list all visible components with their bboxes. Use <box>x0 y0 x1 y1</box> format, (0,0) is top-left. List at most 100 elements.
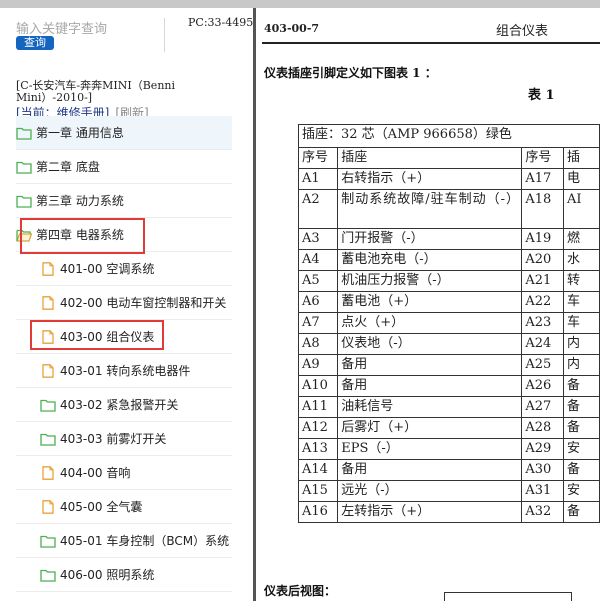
document-icon <box>40 499 56 514</box>
tree-item[interactable]: 403-02 紧急报警开关 <box>16 388 232 422</box>
folder-icon <box>40 534 56 548</box>
table-row: A12 后雾灯（+） A28 备 <box>297 417 600 439</box>
table-cell: A16 <box>297 501 339 523</box>
table-caption: 插座：32 芯（AMP 966658）绿色 <box>298 124 600 148</box>
table-cell: A21 <box>521 270 564 292</box>
tree-item-label: 402-00 电动车窗控制器和开关 <box>60 296 227 310</box>
table-cell: 备 <box>562 375 600 397</box>
table-cell: 序号 <box>521 147 564 169</box>
table-row: A7 点火（+） A23 车 <box>297 312 600 334</box>
table-cell: A19 <box>521 228 564 250</box>
table-cell: A28 <box>521 417 564 439</box>
table-cell: A15 <box>297 480 339 502</box>
search-divider <box>164 18 165 52</box>
tree-item[interactable]: 403-03 前雾灯开关 <box>16 422 232 456</box>
table-cell: 左转指示（+） <box>337 501 523 523</box>
tree-item[interactable]: 第一章 通用信息 <box>16 116 232 150</box>
tree-item-label: 第一章 通用信息 <box>36 126 124 140</box>
folder-icon <box>16 160 32 174</box>
sidebar: 查询 PC:33-4495 [C-长安汽车-奔奔MINI（Benni Mini）… <box>0 8 253 601</box>
chapter-tree: 第一章 通用信息第二章 底盘第三章 动力系统 第四章 电器系统 401-00 空调系… <box>16 116 232 592</box>
table-cell: 点火（+） <box>337 312 523 334</box>
table-cell: A3 <box>297 228 339 250</box>
document-page-code: 403-00-7 <box>264 22 320 35</box>
tree-item[interactable]: 403-01 转向系统电器件 <box>16 354 232 388</box>
tree-item[interactable]: 406-00 照明系统 <box>16 558 232 592</box>
table-cell: 安 <box>562 438 600 460</box>
table-row: A13 EPS（-） A29 安 <box>297 438 600 460</box>
table-cell: A31 <box>521 480 564 502</box>
table-cell: A18 <box>521 189 564 229</box>
table-cell: 后雾灯（+） <box>337 417 523 439</box>
table-cell: 备用 <box>337 459 523 481</box>
table-row: A6 蓄电池（+） A22 车 <box>297 291 600 313</box>
table-cell: 蓄电池（+） <box>337 291 523 313</box>
search-button[interactable]: 查询 <box>16 36 54 50</box>
table-cell: A27 <box>521 396 564 418</box>
table-cell: 内 <box>562 354 600 376</box>
table-cell: 备 <box>562 501 600 523</box>
tree-item-label: 405-00 全气囊 <box>60 500 143 514</box>
tree-item[interactable]: 404-00 音响 <box>16 456 232 490</box>
table-row: A3 门开报警（-） A19 燃 <box>297 228 600 250</box>
tree-item[interactable]: 405-01 车身控制（BCM）系统 <box>16 524 232 558</box>
pc-code: PC:33-4495 <box>188 16 253 29</box>
table-cell: A25 <box>521 354 564 376</box>
table-cell: A7 <box>297 312 339 334</box>
tree-item-label: 403-02 紧急报警开关 <box>60 398 179 412</box>
tree-item-label: 403-01 转向系统电器件 <box>60 364 191 378</box>
tree-item[interactable]: 第四章 电器系统 <box>16 218 232 252</box>
table-cell: 序号 <box>297 147 339 169</box>
folder-icon <box>40 432 56 446</box>
table-cell: A11 <box>297 396 339 418</box>
table-cell: 备 <box>562 396 600 418</box>
table-cell: A5 <box>297 270 339 292</box>
table-cell: A14 <box>297 459 339 481</box>
tree-item-label: 401-00 空调系统 <box>60 262 155 276</box>
table-row: A4 蓄电池充电（-） A20 水 <box>297 249 600 271</box>
table-cell: A30 <box>521 459 564 481</box>
folder-icon <box>16 194 32 208</box>
table-cell: A13 <box>297 438 339 460</box>
table-row: A11 油耗信号 A27 备 <box>297 396 600 418</box>
tree-item-label: 第四章 电器系统 <box>36 228 124 242</box>
document-icon <box>40 329 56 344</box>
table-cell: A2 <box>297 189 339 229</box>
tree-item[interactable]: 第三章 动力系统 <box>16 184 232 218</box>
document-viewer: 403-00-7 组合仪表 仪表插座引脚定义如下图表 1 ： 表 1 插座：32… <box>256 8 600 601</box>
tree-item[interactable]: 第二章 底盘 <box>16 150 232 184</box>
table-cell: 备 <box>562 417 600 439</box>
table-cell: A9 <box>297 354 339 376</box>
rear-view-label: 仪表后视图： <box>264 584 337 598</box>
folder-icon <box>40 398 56 412</box>
table-row: A5 机油压力报警（-） A21 转 <box>297 270 600 292</box>
table-cell: 仪表地（-） <box>337 333 523 355</box>
table-row: A8 仪表地（-） A24 内 <box>297 333 600 355</box>
document-title: 组合仪表 <box>496 24 549 39</box>
top-bar <box>0 0 600 8</box>
tree-item-label: 第三章 动力系统 <box>36 194 124 208</box>
table-caption-row: 插座：32 芯（AMP 966658）绿色 <box>298 124 600 148</box>
table-cell: 制动系统故障/驻车制动（-） <box>337 189 523 229</box>
table-cell: 油耗信号 <box>337 396 523 418</box>
tree-item-label: 404-00 音响 <box>60 466 131 480</box>
table-row: A10 备用 A26 备 <box>297 375 600 397</box>
table-row: A15 远光（-） A31 安 <box>297 480 600 502</box>
table-cell: 机油压力报警（-） <box>337 270 523 292</box>
table-cell: 车 <box>562 291 600 313</box>
table-cell: 门开报警（-） <box>337 228 523 250</box>
tree-item-label: 405-01 车身控制（BCM）系统 <box>60 534 230 548</box>
table-row: A2 制动系统故障/驻车制动（-） A18 AI <box>297 189 600 229</box>
table-cell: 安 <box>562 480 600 502</box>
tree-item[interactable]: 401-00 空调系统 <box>16 252 232 286</box>
tree-item[interactable]: 402-00 电动车窗控制器和开关 <box>16 286 232 320</box>
table-cell: 插座 <box>337 147 523 169</box>
table-cell: A1 <box>297 168 339 190</box>
table-cell: 插 <box>562 147 600 169</box>
table-row: A1 右转指示（+） A17 电 <box>297 168 600 190</box>
document-icon <box>40 295 56 310</box>
tree-item[interactable]: 405-00 全气囊 <box>16 490 232 524</box>
tree-item[interactable]: 403-00 组合仪表 <box>16 320 232 354</box>
table-cell: A32 <box>521 501 564 523</box>
table-cell: A26 <box>521 375 564 397</box>
